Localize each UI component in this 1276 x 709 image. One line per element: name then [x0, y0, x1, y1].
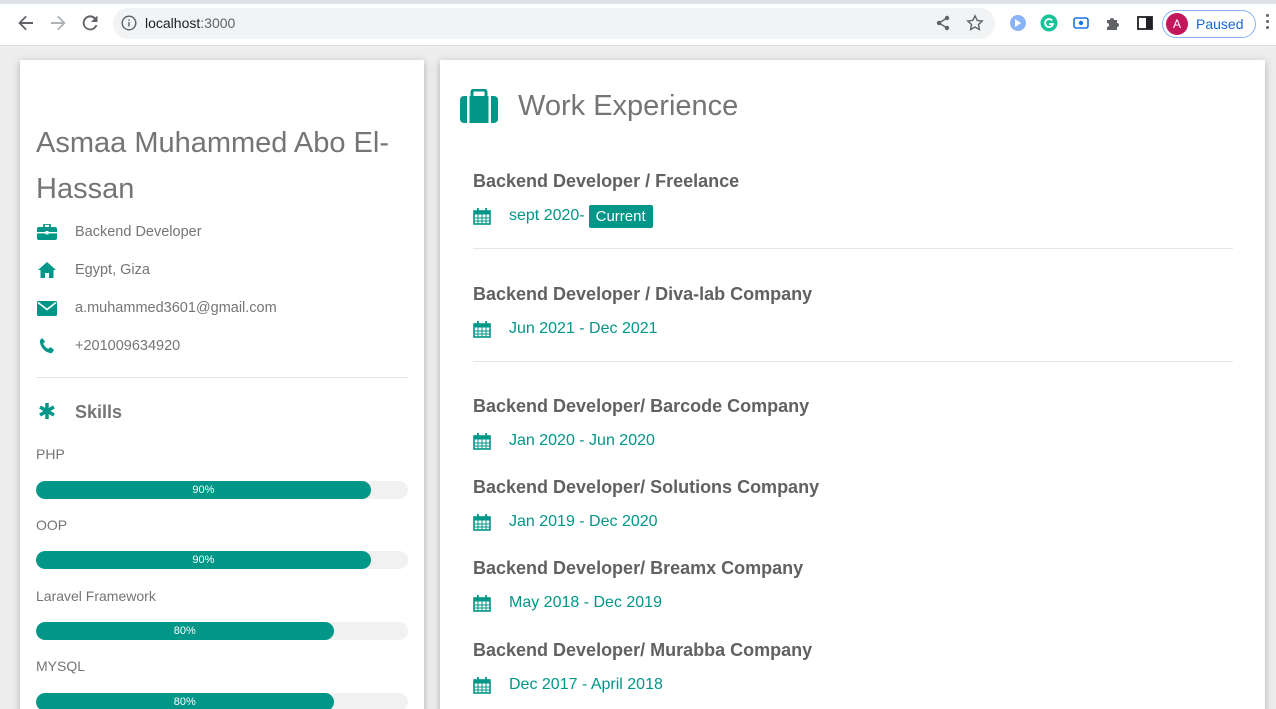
share-icon[interactable] [935, 15, 951, 31]
arrow-left-icon [18, 15, 33, 31]
work-heading: Work Experience [460, 89, 738, 123]
address-bar[interactable]: localhost:3000 [113, 8, 995, 39]
email-text: a.muhammed3601@gmail.com [75, 300, 277, 316]
calendar-icon [473, 676, 491, 694]
phone-row: +201009634920 [36, 334, 180, 358]
job-date: sept 2020- Current [473, 204, 653, 228]
skill-progress-bar: 90% [36, 551, 408, 569]
date-range: Jan 2019 - Dec 2020 [509, 513, 658, 530]
job-title: Backend Developer / Diva-lab Company [473, 284, 813, 304]
divider [36, 377, 408, 378]
job-title: Backend Developer/ Solutions Company [473, 477, 820, 497]
phone-text: +201009634920 [75, 338, 181, 354]
arrow-right-icon [51, 15, 66, 31]
job-date: Jan 2019 - Dec 2020 [473, 510, 658, 534]
avatar: A [1166, 13, 1188, 35]
date-range: Jun 2021 - Dec 2021 [509, 320, 658, 337]
side-panel-icon[interactable] [1136, 14, 1154, 32]
profile-button[interactable]: A Paused [1162, 10, 1256, 38]
url-text: localhost:3000 [145, 15, 235, 31]
calendar-icon [473, 594, 491, 612]
screen-record-icon[interactable] [1072, 14, 1090, 32]
profile-card: Asmaa Muhammed Abo El-Hassan Backend Dev… [20, 60, 424, 709]
location-text: Egypt, Giza [75, 262, 150, 278]
skill-progress-fill: 80% [36, 693, 334, 709]
url-host: localhost [145, 15, 201, 31]
job-date: Jun 2021 - Dec 2021 [473, 317, 658, 341]
asterisk-icon: ✱ [37, 399, 57, 424]
work-experience-card: Work Experience Backend Developer / Free… [440, 60, 1265, 709]
skill-label: PHP [36, 446, 65, 462]
skill-progress-bar: 80% [36, 622, 408, 640]
job-text: Backend Developer [75, 224, 202, 240]
grammarly-icon[interactable] [1040, 14, 1058, 32]
calendar-icon [473, 207, 491, 225]
skill-progress-fill: 80% [36, 622, 334, 640]
job-title: Backend Developer/ Breamx Company [473, 558, 804, 578]
date-range: Dec 2017 - April 2018 [509, 676, 663, 693]
job-title: Backend Developer/ Barcode Company [473, 396, 810, 416]
back-button[interactable] [16, 13, 36, 33]
skills-title: Skills [75, 401, 123, 422]
location-row: Egypt, Giza [36, 258, 150, 282]
extensions-puzzle-icon[interactable] [1104, 14, 1122, 32]
briefcase-icon [37, 224, 57, 240]
skill-progress-bar: 90% [36, 481, 408, 499]
skill-progress-fill: 90% [36, 551, 371, 569]
info-icon[interactable] [121, 15, 137, 31]
extension-shield-icon[interactable] [1009, 14, 1027, 32]
tab-strip [0, 0, 1276, 4]
phone-icon [39, 338, 54, 354]
skill-label: Laravel Framework [36, 588, 156, 604]
reload-button[interactable] [80, 13, 100, 33]
work-title: Work Experience [518, 89, 739, 122]
skill-progress-bar: 80% [36, 693, 408, 709]
divider [473, 248, 1233, 249]
skills-heading: ✱ Skills [36, 400, 122, 424]
job-date: Dec 2017 - April 2018 [473, 673, 663, 697]
browser-menu-icon[interactable] [1266, 14, 1270, 32]
profile-status: Paused [1196, 16, 1244, 32]
skill-label: MYSQL [36, 658, 86, 674]
calendar-icon [473, 320, 491, 338]
browser-toolbar: localhost:3000 A Paused [0, 0, 1276, 46]
skill-progress-fill: 90% [36, 481, 371, 499]
job-title: Backend Developer/ Murabba Company [473, 640, 813, 660]
url-port: :3000 [200, 15, 236, 31]
calendar-icon [473, 432, 491, 450]
skill-label: OOP [36, 517, 68, 533]
bookmark-star-icon[interactable] [966, 14, 984, 32]
home-icon [38, 262, 56, 278]
current-badge: Current [588, 204, 653, 228]
forward-button[interactable] [48, 13, 68, 33]
calendar-icon [473, 513, 491, 531]
profile-name: Asmaa Muhammed Abo El-Hassan [36, 127, 389, 205]
job-title: Backend Developer / Freelance [473, 171, 740, 191]
suitcase-icon [460, 89, 498, 123]
job-date: Jan 2020 - Jun 2020 [473, 429, 655, 453]
date-range: sept 2020- [509, 207, 585, 224]
envelope-icon [37, 300, 57, 316]
date-range: Jan 2020 - Jun 2020 [509, 432, 655, 449]
job-date: May 2018 - Dec 2019 [473, 591, 662, 615]
job-row: Backend Developer [36, 220, 202, 244]
reload-icon [82, 15, 98, 31]
date-range: May 2018 - Dec 2019 [509, 594, 662, 611]
email-row: a.muhammed3601@gmail.com [36, 296, 277, 320]
divider [473, 361, 1233, 362]
